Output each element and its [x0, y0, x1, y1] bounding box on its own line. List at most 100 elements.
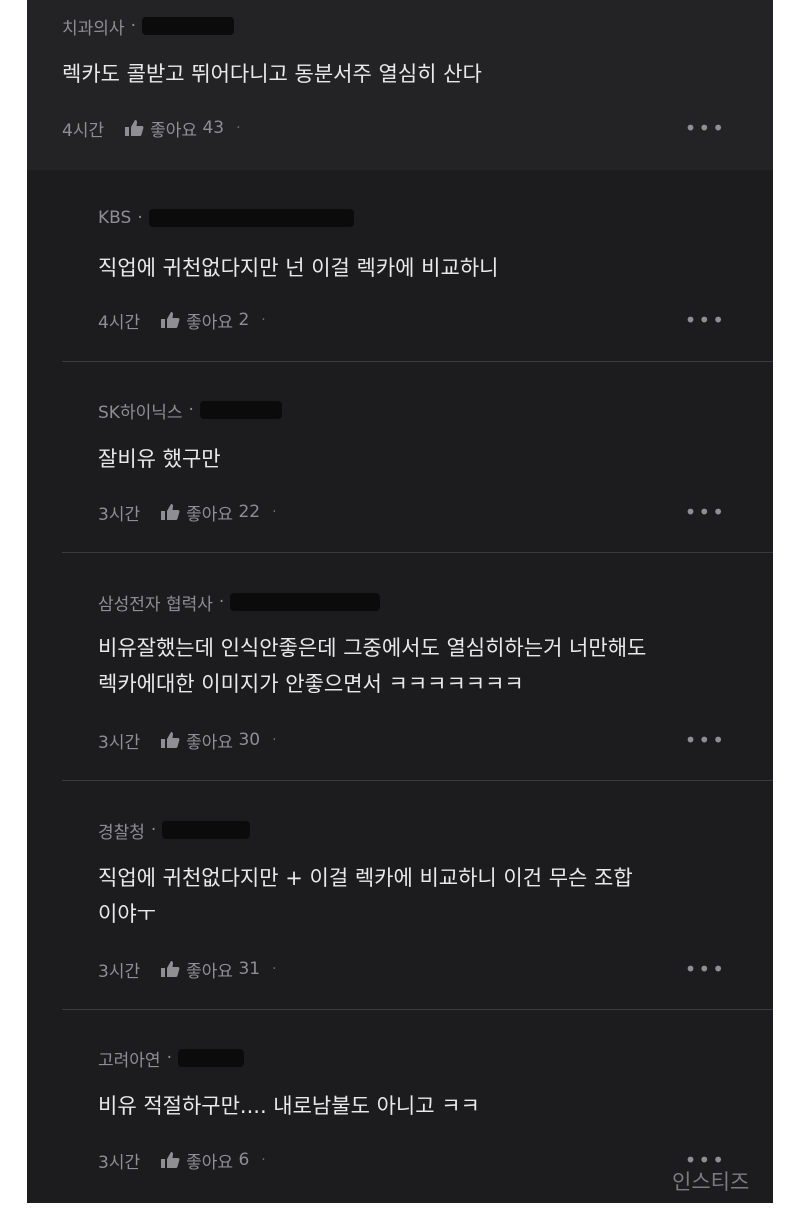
more-horizontal-icon: •••: [684, 308, 726, 332]
reply-item: 삼성전자 협력사 · 비유잘했는데 인식안좋은데 그중에서도 열심히하는거 너만…: [98, 589, 726, 759]
more-options-button[interactable]: •••: [685, 308, 726, 332]
reply-item: 고려아연 · 비유 적절하구만.... 내로남불도 아니고 ㅋㅋ 3시간 좋아요…: [98, 1045, 726, 1185]
like-count: 6: [238, 1150, 250, 1170]
meta-separator: ·: [188, 400, 194, 420]
author-name[interactable]: SK하이닉스: [98, 398, 183, 423]
author-name[interactable]: 경찰청: [98, 818, 145, 843]
like-label: 좋아요: [186, 312, 234, 333]
like-label: 좋아요: [186, 732, 234, 753]
comment-footer: 3시간 좋아요 22 ·: [98, 498, 277, 526]
comment-meta: KBS ·: [98, 205, 354, 231]
comment-time: 3시간: [98, 732, 141, 753]
comment-text-line: 이야ㅜ: [98, 902, 156, 926]
footer-dot: ·: [261, 1152, 266, 1168]
thumbs-up-icon: [161, 1152, 180, 1168]
comment-text-line: 비유잘했는데 인식안좋은데 그중에서도 열심히하는거 너만해도: [98, 636, 647, 660]
comment-footer: 3시간 좋아요 31 ·: [98, 955, 277, 983]
redacted-nickname: [162, 821, 251, 839]
comment-meta: SK하이닉스 ·: [98, 397, 282, 423]
divider: [62, 552, 773, 553]
comment-text: 비유잘했는데 인식안좋은데 그중에서도 열심히하는거 너만해도 렉카에대한 이미…: [98, 630, 646, 702]
thumbs-up-icon: [161, 732, 180, 748]
comment-time: 3시간: [98, 504, 141, 525]
meta-separator: ·: [166, 1048, 172, 1068]
reply-item: 경찰청 · 직업에 귀천없다지만 + 이걸 렉카에 비교하니 이건 무슨 조합 …: [98, 817, 726, 987]
comment-time: 4시간: [62, 120, 105, 141]
author-name[interactable]: 치과의사: [62, 14, 125, 39]
comment-time: 4시간: [98, 312, 141, 333]
footer-dot: ·: [272, 504, 277, 520]
like-button[interactable]: 좋아요 31: [160, 957, 260, 982]
more-options-button[interactable]: •••: [685, 116, 726, 140]
more-horizontal-icon: •••: [684, 500, 726, 524]
redacted-nickname: [230, 593, 381, 611]
divider: [62, 1009, 773, 1010]
redacted-nickname: [199, 401, 282, 419]
footer-dot: ·: [261, 312, 266, 328]
meta-separator: ·: [130, 16, 136, 36]
redacted-nickname: [177, 1049, 244, 1067]
comment-text: 직업에 귀천없다지만 + 이걸 렉카에 비교하니 이건 무슨 조합 이야ㅜ: [98, 860, 633, 932]
redacted-nickname: [141, 17, 234, 35]
like-button[interactable]: 좋아요 22: [160, 500, 260, 525]
comment-text-line: 직업에 귀천없다지만 넌 이걸 렉카에 비교하니: [98, 256, 499, 280]
reply-item: KBS · 직업에 귀천없다지만 넌 이걸 렉카에 비교하니 4시간 좋아요 2…: [98, 205, 726, 355]
like-button[interactable]: 좋아요 30: [160, 728, 260, 753]
comment-time: 3시간: [98, 961, 141, 982]
comment-meta: 삼성전자 협력사 ·: [98, 589, 381, 615]
watermark: 인스티즈: [672, 1170, 750, 1194]
comment-time: 3시간: [98, 1152, 141, 1173]
like-label: 좋아요: [150, 120, 198, 141]
like-count: 31: [238, 959, 261, 979]
author-name[interactable]: KBS: [98, 208, 131, 228]
like-button[interactable]: 좋아요 43: [124, 116, 224, 141]
thumbs-up-icon: [161, 312, 180, 328]
more-horizontal-icon: •••: [684, 728, 726, 752]
footer-dot: ·: [236, 120, 241, 136]
meta-separator: ·: [150, 820, 157, 840]
more-options-button[interactable]: •••: [685, 500, 726, 524]
comment-footer: 3시간 좋아요 30 ·: [98, 726, 277, 754]
comment-text-line: 비유 적절하구만.... 내로남불도 아니고 ㅋㅋ: [98, 1094, 480, 1118]
like-label: 좋아요: [186, 1152, 234, 1173]
comment-text: 잘비유 했구만: [98, 441, 221, 477]
more-horizontal-icon: •••: [684, 116, 726, 140]
author-name[interactable]: 고려아연: [98, 1046, 161, 1071]
comment-meta: 고려아연 ·: [98, 1045, 244, 1071]
thumbs-up-icon: [161, 504, 180, 520]
redacted-nickname: [148, 209, 354, 227]
like-count: 22: [238, 502, 261, 522]
like-button[interactable]: 좋아요 6: [160, 1148, 249, 1173]
like-label: 좋아요: [186, 504, 234, 525]
meta-separator: ·: [218, 592, 225, 612]
like-button[interactable]: 좋아요 2: [160, 308, 249, 333]
comment-text-line: 렉카에대한 이미지가 안좋으면서 ㅋㅋㅋㅋㅋㅋㅋ: [98, 672, 524, 696]
comment-item: 치과의사 · 렉카도 콜받고 뛰어다니고 동분서주 열심히 산다 4시간 좋아요…: [62, 13, 726, 163]
like-count: 43: [202, 118, 225, 138]
thumbs-up-icon: [125, 120, 144, 136]
more-options-button[interactable]: •••: [685, 957, 726, 981]
comment-text: 직업에 귀천없다지만 넌 이걸 렉카에 비교하니: [98, 250, 498, 286]
thumbs-up-icon: [161, 961, 180, 977]
comment-meta: 경찰청 ·: [98, 817, 251, 843]
footer-dot: ·: [272, 732, 277, 748]
comment-text: 비유 적절하구만.... 내로남불도 아니고 ㅋㅋ: [98, 1088, 480, 1124]
comment-text-line: 잘비유 했구만: [98, 447, 221, 471]
comment-footer: 4시간 좋아요 2 ·: [98, 306, 266, 334]
reply-item: SK하이닉스 · 잘비유 했구만 3시간 좋아요 22 · •••: [98, 397, 726, 547]
like-count: 2: [238, 310, 250, 330]
comment-text-line: 렉카도 콜받고 뛰어다니고 동분서주 열심히 산다: [62, 62, 482, 86]
meta-separator: ·: [137, 208, 143, 228]
author-name[interactable]: 삼성전자 협력사: [98, 590, 213, 615]
more-horizontal-icon: •••: [684, 957, 726, 981]
like-count: 30: [238, 730, 261, 750]
comment-text: 렉카도 콜받고 뛰어다니고 동분서주 열심히 산다: [62, 56, 482, 92]
comment-text-line: 직업에 귀천없다지만 + 이걸 렉카에 비교하니 이건 무슨 조합: [98, 866, 633, 890]
more-options-button[interactable]: •••: [685, 728, 726, 752]
like-label: 좋아요: [186, 961, 234, 982]
comment-footer: 4시간 좋아요 43 ·: [62, 114, 241, 142]
divider: [62, 780, 773, 781]
footer-dot: ·: [272, 961, 277, 977]
comment-meta: 치과의사 ·: [62, 13, 234, 39]
divider: [62, 361, 773, 362]
